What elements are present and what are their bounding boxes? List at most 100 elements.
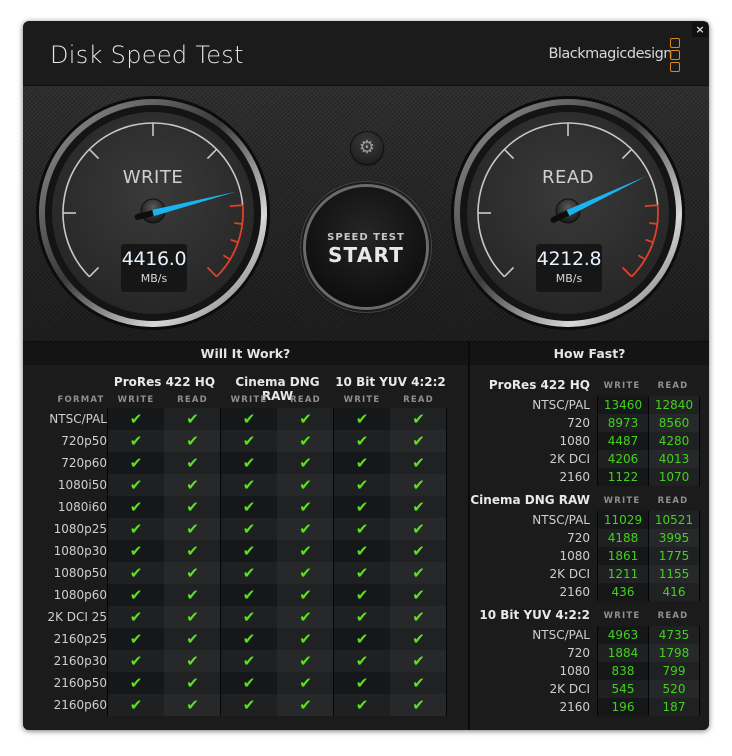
check-icon: ✔ xyxy=(221,540,277,562)
brand-name: Blackmagicdesign xyxy=(548,46,672,62)
write-fps-value: 11029 xyxy=(597,511,648,529)
read-fps-value: 799 xyxy=(648,662,700,680)
group-header-yuv: 10 Bit YUV 4:2:2 xyxy=(335,375,446,389)
will-it-work-sub-headers: FORMAT WRITE READ WRITE READ WRITE READ xyxy=(23,395,468,409)
read-gauge: READ 4212.8 MB/s xyxy=(450,95,686,331)
check-icon: ✔ xyxy=(334,496,390,518)
close-button[interactable]: × xyxy=(692,22,708,37)
read-fps-value: 3995 xyxy=(648,529,700,547)
check-icon: ✔ xyxy=(334,562,390,584)
sub-header-read: READ xyxy=(290,395,321,405)
how-fast-write-header: WRITE xyxy=(603,496,641,506)
format-row: 1080p30 ✔ ✔ ✔ ✔ ✔ ✔ xyxy=(23,540,468,562)
check-icon: ✔ xyxy=(108,496,164,518)
read-gauge-label: READ xyxy=(541,167,595,188)
format-header: FORMAT xyxy=(57,395,105,405)
how-fast-group-header: Cinema DNG RAW WRITE READ xyxy=(470,493,709,511)
how-fast-row: 2160 196 187 xyxy=(470,698,709,716)
start-button-label: START xyxy=(327,243,405,267)
read-fps-value: 1070 xyxy=(648,468,700,486)
how-fast-title: How Fast? xyxy=(470,342,709,365)
how-fast-group-header: ProRes 422 HQ WRITE READ xyxy=(470,378,709,396)
format-row: 2160p25 ✔ ✔ ✔ ✔ ✔ ✔ xyxy=(23,628,468,650)
settings-button[interactable]: ⚙ xyxy=(351,132,383,164)
check-icon: ✔ xyxy=(390,474,447,496)
resolution-label: 2K DCI xyxy=(549,452,590,466)
check-icon: ✔ xyxy=(277,694,334,716)
check-icon: ✔ xyxy=(164,496,221,518)
format-label: 1080i50 xyxy=(57,478,107,492)
check-icon: ✔ xyxy=(164,628,221,650)
write-gauge: WRITE 4416.0 MB/s xyxy=(35,95,271,331)
gauge-needle-tail xyxy=(134,210,156,220)
check-icon: ✔ xyxy=(334,474,390,496)
app-title: Disk Speed Test xyxy=(50,41,244,69)
write-fps-value: 196 xyxy=(597,698,648,716)
how-fast-row: 2K DCI 4206 4013 xyxy=(470,450,709,468)
read-fps-value: 8560 xyxy=(648,414,700,432)
check-icon: ✔ xyxy=(221,474,277,496)
check-icon: ✔ xyxy=(221,672,277,694)
how-fast-row: NTSC/PAL 4963 4735 xyxy=(470,626,709,644)
how-fast-read-header: READ xyxy=(657,496,689,506)
format-row: NTSC/PAL ✔ ✔ ✔ ✔ ✔ ✔ xyxy=(23,408,468,430)
read-fps-value: 4735 xyxy=(648,626,700,644)
check-icon: ✔ xyxy=(164,606,221,628)
check-icon: ✔ xyxy=(334,540,390,562)
check-icon: ✔ xyxy=(164,452,221,474)
format-row: 1080i60 ✔ ✔ ✔ ✔ ✔ ✔ xyxy=(23,496,468,518)
sub-header-write: WRITE xyxy=(117,395,155,405)
format-row: 1080p60 ✔ ✔ ✔ ✔ ✔ ✔ xyxy=(23,584,468,606)
read-fps-value: 416 xyxy=(648,583,700,601)
how-fast-row: 2K DCI 1211 1155 xyxy=(470,565,709,583)
check-icon: ✔ xyxy=(108,606,164,628)
gauge-redzone-tick xyxy=(649,222,658,225)
resolution-label: 2160 xyxy=(559,470,590,484)
read-fps-value: 1775 xyxy=(648,547,700,565)
write-fps-value: 545 xyxy=(597,680,648,698)
how-fast-group: ProRes 422 HQ WRITE READ NTSC/PAL 13460 12840… xyxy=(470,378,709,486)
check-icon: ✔ xyxy=(334,672,390,694)
check-icon: ✔ xyxy=(277,452,334,474)
check-icon: ✔ xyxy=(221,496,277,518)
resolution-label: 1080 xyxy=(559,664,590,678)
format-label: NTSC/PAL xyxy=(49,412,107,426)
write-fps-value: 4487 xyxy=(597,432,648,450)
check-icon: ✔ xyxy=(390,408,447,430)
check-icon: ✔ xyxy=(108,452,164,474)
app-window: Disk Speed Test Blackmagicdesign WRITE 4… xyxy=(23,21,709,730)
check-icon: ✔ xyxy=(390,606,447,628)
format-row: 2160p30 ✔ ✔ ✔ ✔ ✔ ✔ xyxy=(23,650,468,672)
write-fps-value: 8973 xyxy=(597,414,648,432)
write-fps-value: 13460 xyxy=(597,396,648,414)
format-label: 2160p60 xyxy=(53,698,107,712)
format-label: 2K DCI 25 xyxy=(47,610,107,624)
check-icon: ✔ xyxy=(221,628,277,650)
how-fast-row: 2160 436 416 xyxy=(470,583,709,601)
how-fast-group: Cinema DNG RAW WRITE READ NTSC/PAL 11029 1052… xyxy=(470,493,709,601)
check-icon: ✔ xyxy=(277,540,334,562)
start-button[interactable]: SPEED TEST START xyxy=(306,187,426,307)
gauge-area: WRITE 4416.0 MB/s ⚙ SPEED TEST START REA… xyxy=(23,85,709,343)
write-speed-value: 4416.0 xyxy=(121,248,187,270)
column-separator xyxy=(220,408,221,716)
check-icon: ✔ xyxy=(108,584,164,606)
resolution-label: NTSC/PAL xyxy=(532,398,590,412)
will-it-work-group-headers: ProRes 422 HQ Cinema DNG RAW 10 Bit YUV … xyxy=(23,375,468,403)
check-icon: ✔ xyxy=(277,672,334,694)
resolution-label: 720 xyxy=(567,416,590,430)
column-separator xyxy=(333,408,334,716)
check-icon: ✔ xyxy=(277,584,334,606)
check-icon: ✔ xyxy=(164,562,221,584)
how-fast-row: 720 8973 8560 xyxy=(470,414,709,432)
write-gauge-label: WRITE xyxy=(122,167,184,188)
check-icon: ✔ xyxy=(221,518,277,540)
check-icon: ✔ xyxy=(108,562,164,584)
how-fast-read-header: READ xyxy=(657,611,689,621)
read-fps-value: 10521 xyxy=(648,511,700,529)
how-fast-row: 720 4188 3995 xyxy=(470,529,709,547)
how-fast-row: NTSC/PAL 13460 12840 xyxy=(470,396,709,414)
check-icon: ✔ xyxy=(277,628,334,650)
how-fast-row: 1080 1861 1775 xyxy=(470,547,709,565)
check-icon: ✔ xyxy=(164,474,221,496)
